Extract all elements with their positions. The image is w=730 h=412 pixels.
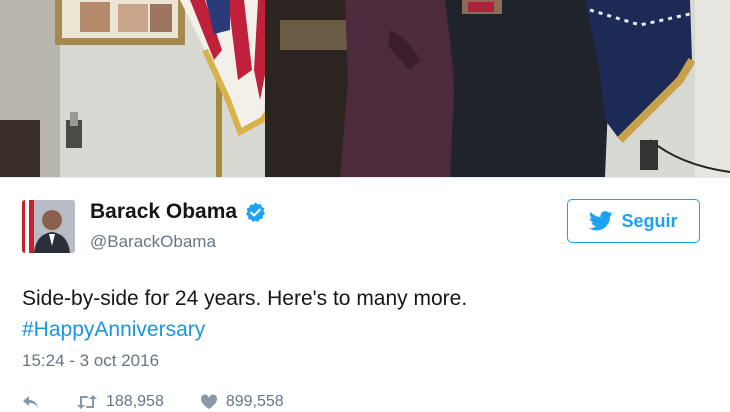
reply-button[interactable] [22,394,40,410]
verified-badge-icon [244,201,267,224]
retweet-count: 188,958 [106,393,164,410]
twitter-bird-icon [589,211,614,231]
retweet-button[interactable]: 188,958 [76,393,164,411]
follow-button-label: Seguir [621,210,678,231]
tweet-text: Side-by-side for 24 years. Here's to man… [22,283,702,345]
photo-illustration [0,0,730,177]
like-count: 899,558 [225,393,284,410]
reply-icon [22,394,40,410]
display-name-row[interactable]: Barack Obama [90,200,267,224]
hashtag-link[interactable]: #HappyAnniversary [22,318,205,341]
avatar-image [22,200,75,253]
retweet-icon [76,394,98,410]
tweet-text-line: Side-by-side for 24 years. Here's to man… [22,287,468,310]
display-name[interactable]: Barack Obama [90,200,237,224]
tweet-timestamp[interactable]: 15:24 - 3 oct 2016 [22,351,159,371]
like-button[interactable]: 899,558 [200,393,284,411]
avatar[interactable] [22,200,75,253]
follow-button[interactable]: Seguir [567,199,700,243]
user-handle[interactable]: @BarackObama [90,232,216,252]
photo-divider [0,177,730,178]
heart-icon [200,394,218,410]
tweet-photo[interactable] [0,0,730,177]
tweet-actions: 188,958 899,558 [22,392,320,412]
